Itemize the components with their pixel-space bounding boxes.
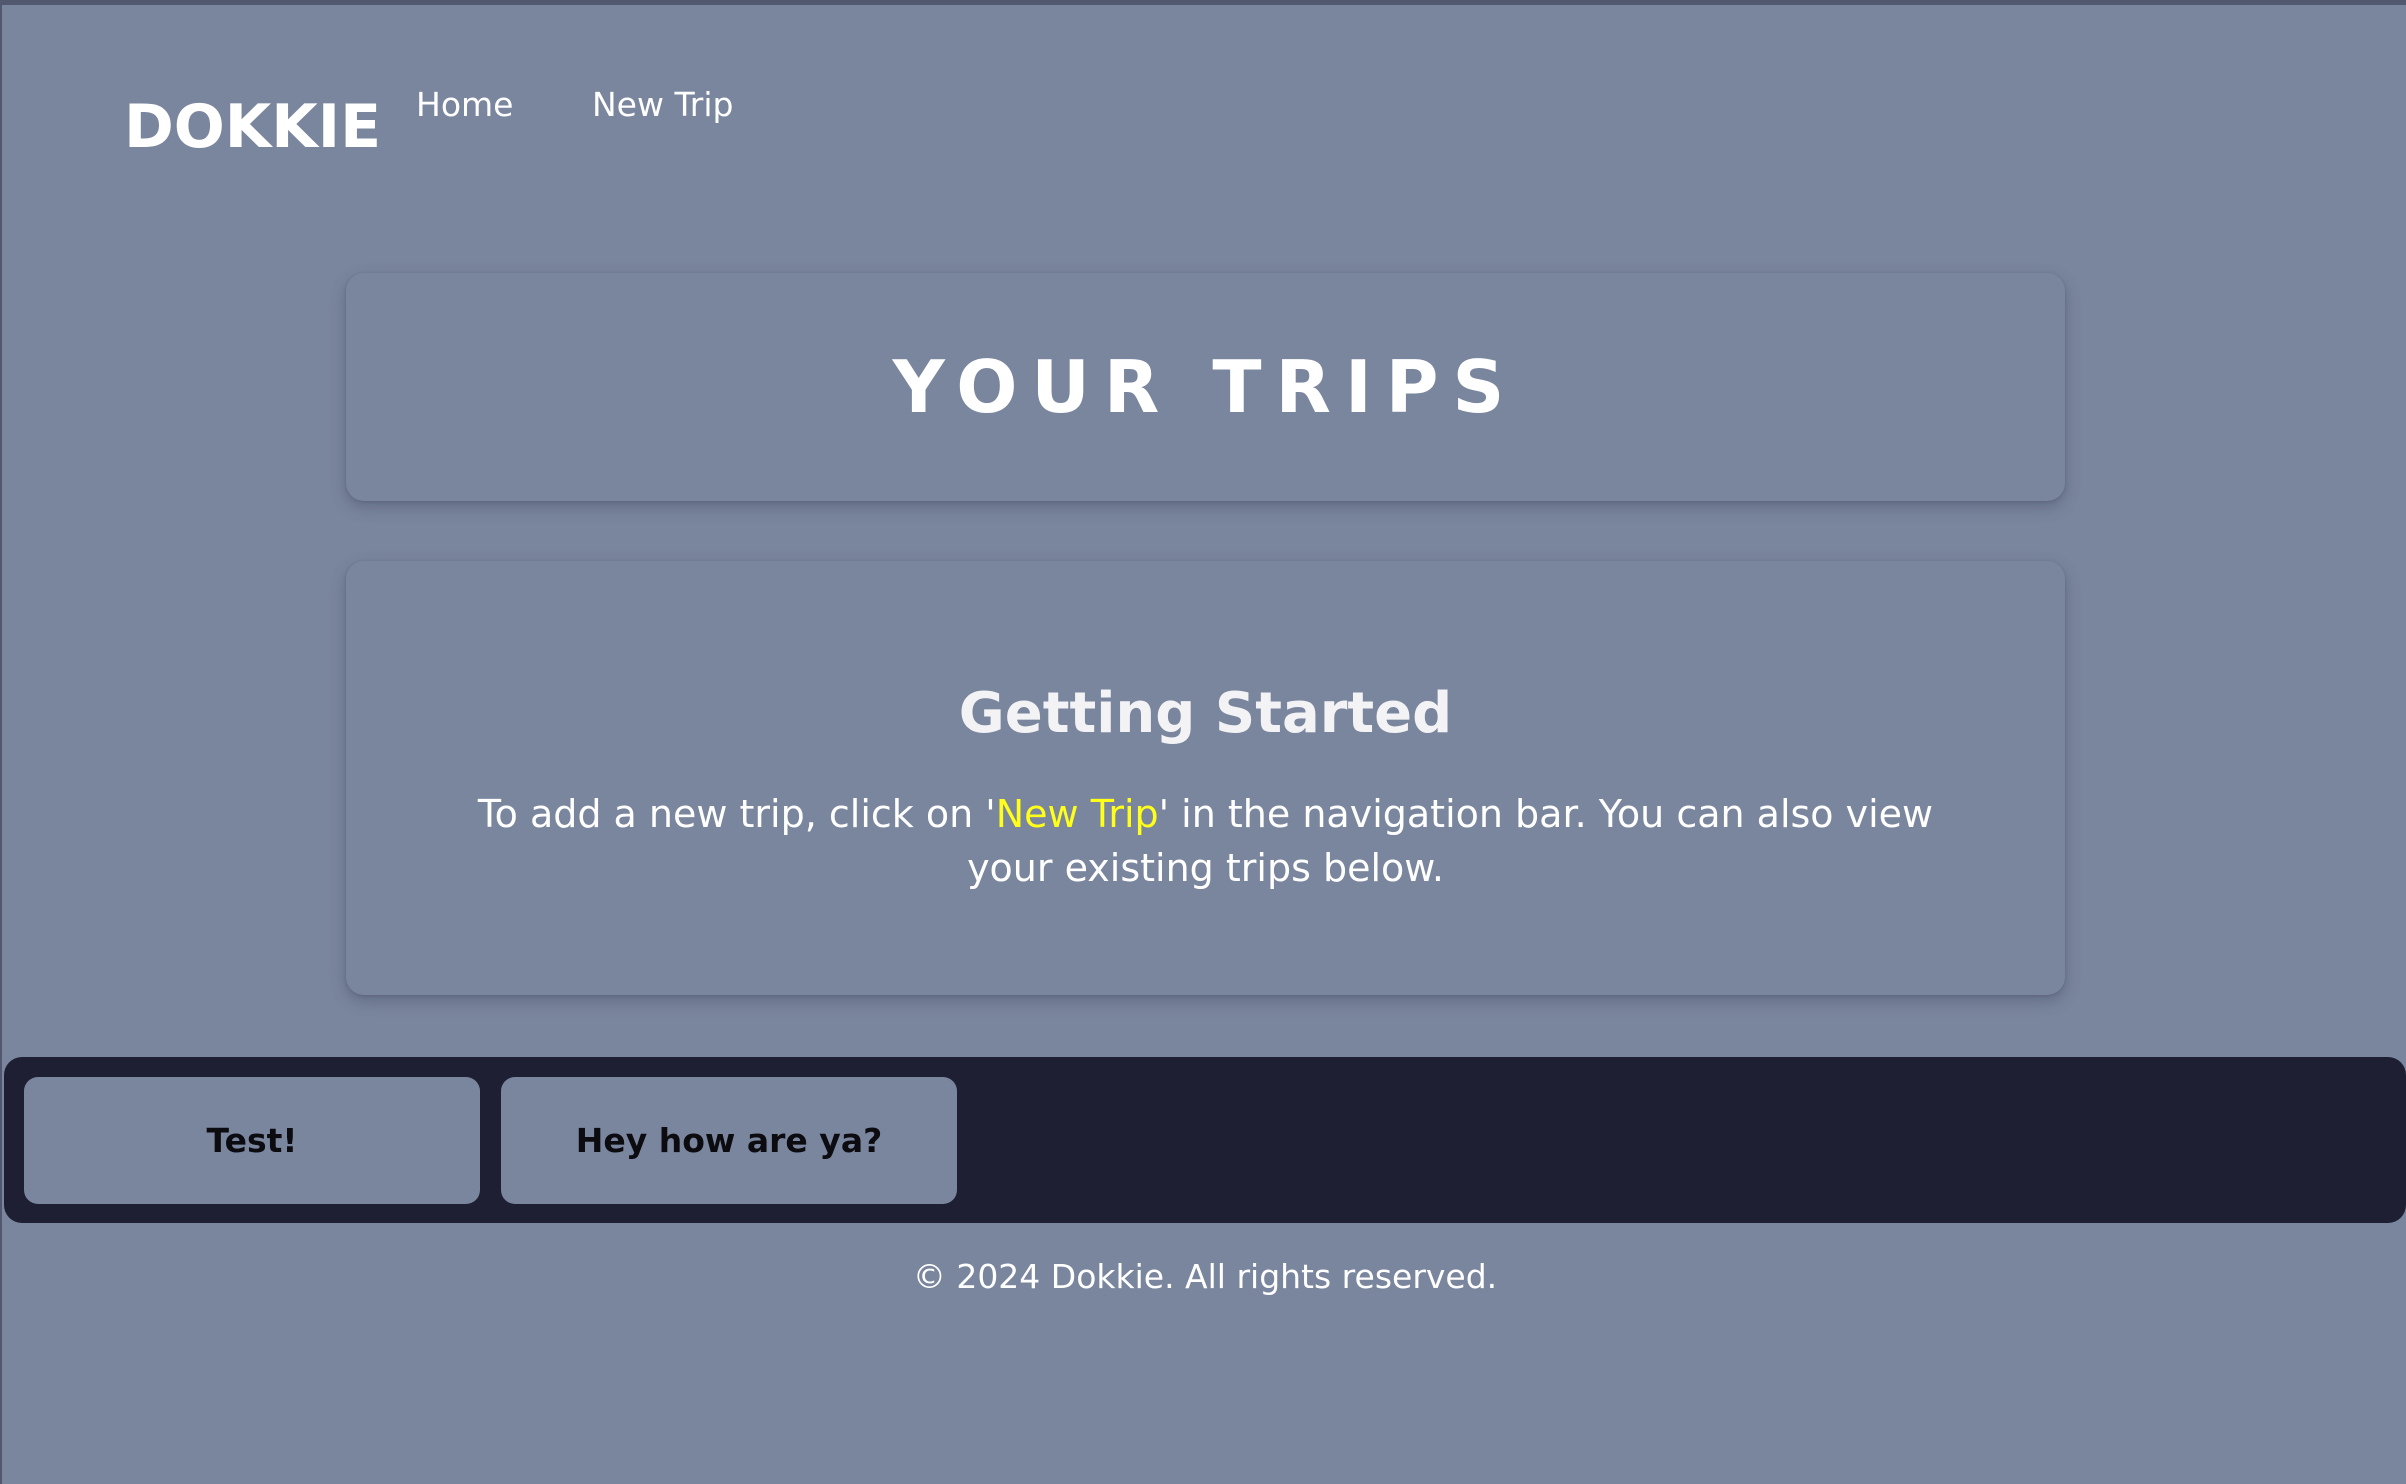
nav-link-new-trip[interactable]: New Trip xyxy=(592,83,733,127)
nav-link-home[interactable]: Home xyxy=(416,83,513,127)
getting-started-text: To add a new trip, click on 'New Trip' i… xyxy=(446,787,1965,895)
page-title: YOUR TRIPS xyxy=(892,345,1519,429)
getting-started-heading: Getting Started xyxy=(958,681,1453,746)
trips-list: Test! Hey how are ya? xyxy=(4,1057,2406,1223)
footer-copyright: © 2024 Dokkie. All rights reserved. xyxy=(912,1257,1498,1296)
getting-started-text-before: To add a new trip, click on ' xyxy=(477,792,996,836)
new-trip-highlight: New Trip xyxy=(995,792,1159,836)
title-card: YOUR TRIPS xyxy=(346,273,2065,501)
site-header: DOKKIE Home New Trip xyxy=(2,5,2406,205)
trip-card[interactable]: Test! xyxy=(24,1077,480,1204)
trip-card[interactable]: Hey how are ya? xyxy=(501,1077,957,1204)
getting-started-card: Getting Started To add a new trip, click… xyxy=(346,561,2065,995)
brand-logo[interactable]: DOKKIE xyxy=(124,87,381,167)
